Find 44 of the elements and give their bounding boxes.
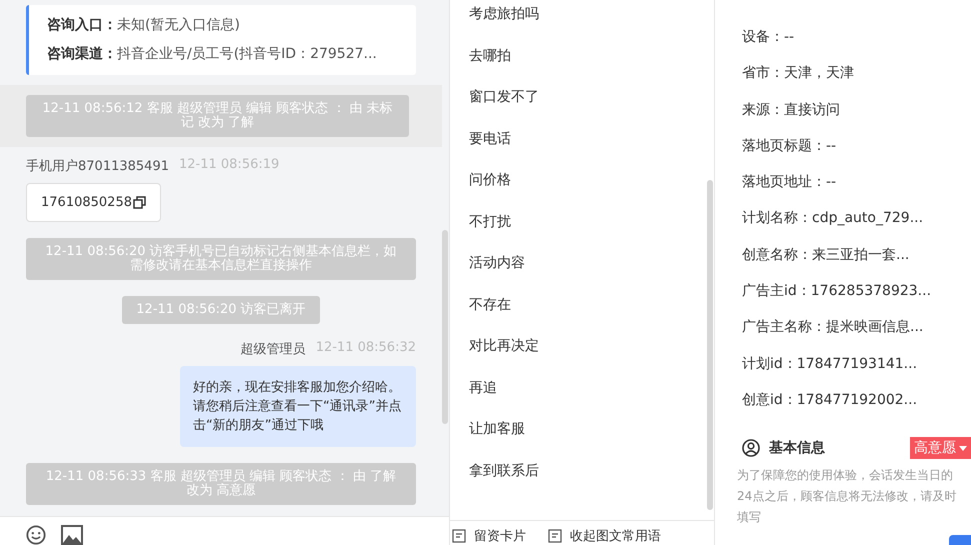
source-info-text: 广告主id：176285378923... [742,283,932,300]
document-icon [548,529,562,543]
quick-phrase[interactable]: 考虑旅拍吗 [469,6,539,22]
source-info-text: 广告主名称：提米映画信息... [742,319,924,336]
sender-name: 手机用户87011385491 [26,158,169,175]
quick-phrase[interactable]: 窗口发不了 [469,89,539,105]
quick-phrase[interactable]: 不打扰 [469,214,511,230]
emoji-icon[interactable] [25,525,47,545]
document-icon [452,529,466,543]
scrollbar[interactable] [442,230,448,424]
quick-phrase[interactable]: 拿到联系后 [469,462,539,478]
consult-info-row-text: 咨询渠道：抖音企业号/员工号(抖音号ID：279527... [47,45,378,64]
quick-phrase[interactable]: 活动内容 [469,255,525,271]
copy-icon[interactable] [132,196,146,209]
sender-name: 超级管理员 [240,341,306,358]
consult-info-row-text: 咨询入口：未知(暂无入口信息) [47,16,241,35]
source-info-text: 省市：天津，天津 [742,65,854,82]
source-info-text: 设备：-- [742,29,794,45]
quick-phrase[interactable]: 不存在 [469,296,511,312]
section-title: 基本信息 [769,439,826,458]
scrollbar[interactable] [707,180,713,510]
quick-phrase[interactable]: 再追 [469,380,497,396]
message-time: 12-11 08:56:19 [178,157,280,174]
image-icon[interactable] [61,525,83,545]
quick-phrase[interactable]: 要电话 [469,130,511,146]
source-info-text: 创意id：178477192002... [742,392,918,408]
source-info-text: 计划id：178477193141... [742,356,918,372]
source-info-text: 落地页地址：-- [742,174,836,190]
caret-icon [959,446,967,451]
toolbar-button[interactable]: 收起图文常用语 [548,527,661,545]
person-icon [742,439,760,458]
source-info-text: 落地页标题：-- [742,138,836,154]
phone-number-message: 17610850258 [26,183,161,222]
message-bubble: 好的亲，现在安排客服加您介绍哈。请您稍后注意查看一下“通讯录”并点击“新的朋友”通过下哦 [180,366,416,447]
source-info-text: 来源：直接访问 [742,102,840,118]
quick-phrase[interactable]: 对比再决定 [469,338,539,354]
source-info-text: 创意名称：来三亚拍一套... [742,246,910,263]
message-time: 12-11 08:56:32 [316,340,416,357]
toolbar-button[interactable]: 留资卡片 [452,527,526,545]
source-info-text: 计划名称：cdp_auto_729... [742,210,924,226]
notice-text: 为了保障您的使用体验，会话发生当日的24点之后，顾客信息将无法修改，请及时填写 [737,467,958,526]
quick-phrase[interactable]: 问价格 [469,172,511,188]
quick-phrase[interactable]: 去哪拍 [469,48,511,64]
quick-phrase[interactable]: 让加客服 [469,421,525,437]
